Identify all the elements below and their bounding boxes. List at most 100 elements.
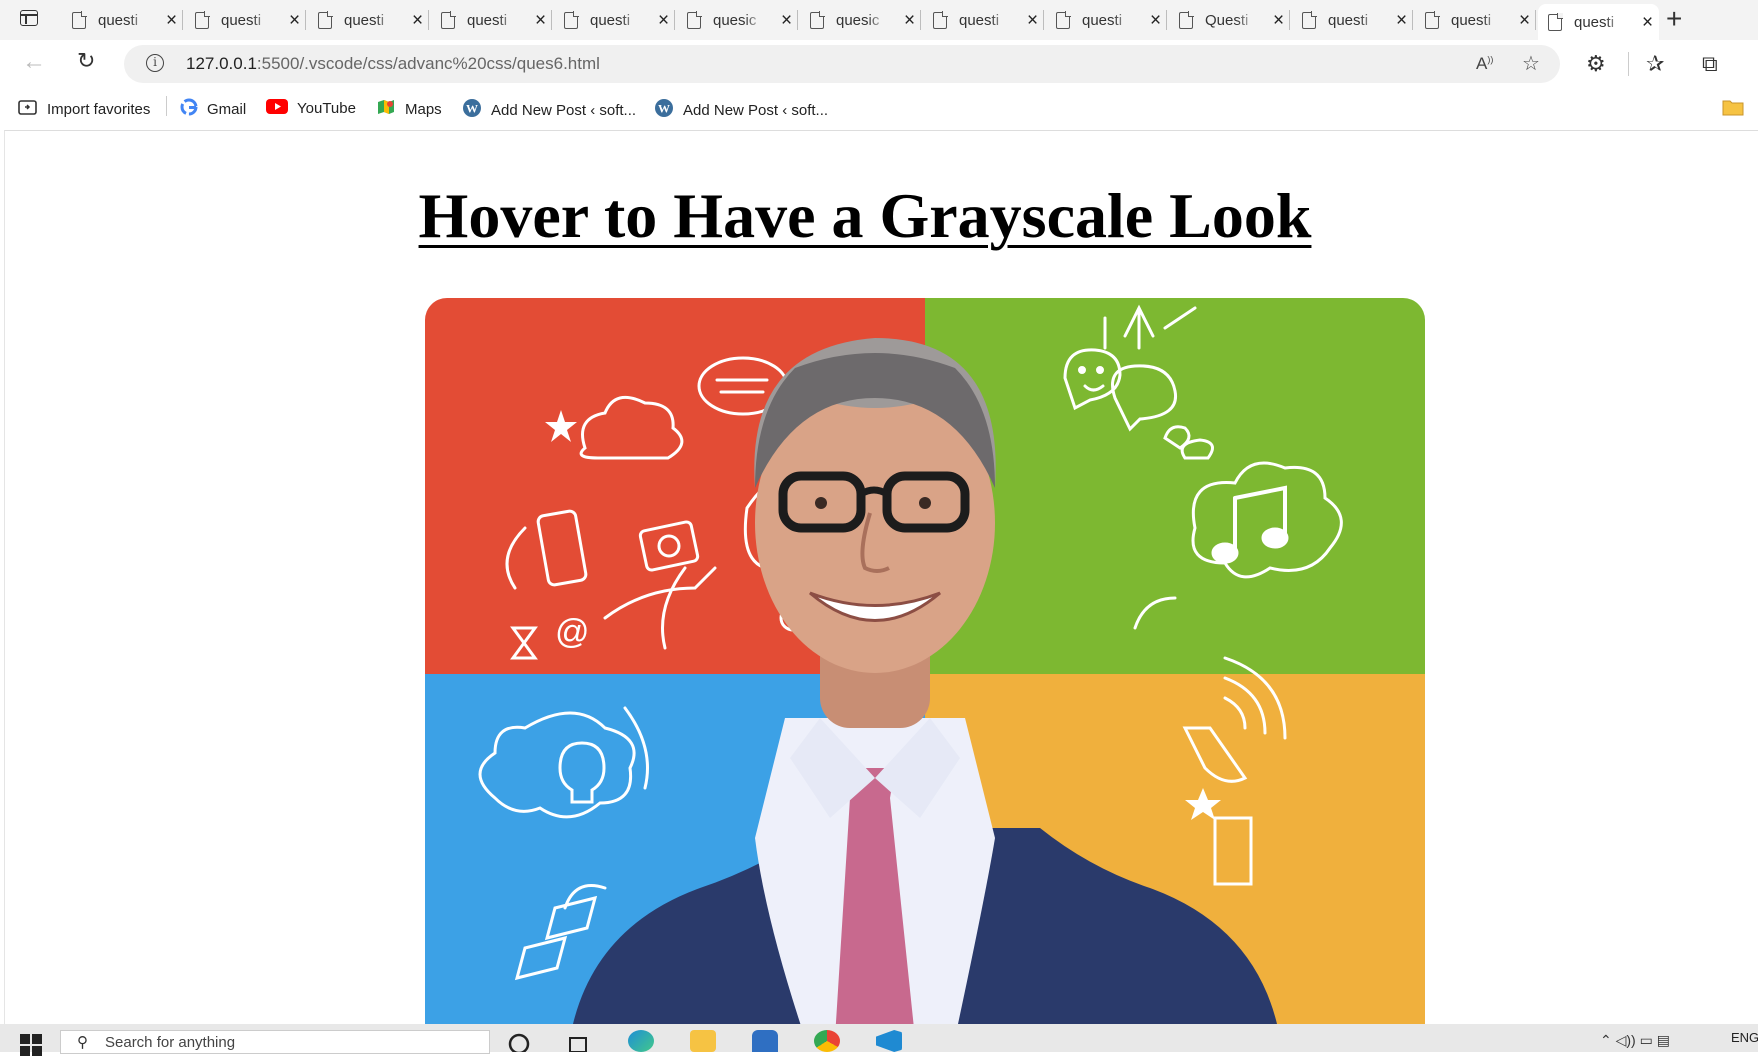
favorites-divider	[166, 96, 167, 116]
edge-browser-icon[interactable]	[628, 1030, 654, 1052]
tab[interactable]: questi ×	[923, 4, 1044, 36]
tab[interactable]: questi ×	[62, 4, 183, 36]
tab-divider	[797, 10, 798, 30]
site-info-icon[interactable]: i	[146, 54, 164, 72]
close-icon[interactable]: ×	[1396, 11, 1407, 30]
language-indicator[interactable]: ENG	[1731, 1030, 1758, 1045]
close-icon[interactable]: ×	[1642, 13, 1653, 32]
windows-start-icon[interactable]	[20, 1034, 42, 1061]
close-icon[interactable]: ×	[658, 11, 669, 30]
page-icon	[810, 10, 825, 29]
favorite-youtube[interactable]: YouTube	[266, 98, 356, 118]
tray-icons[interactable]: ⌃ ◁)) ▭ ▤	[1600, 1032, 1670, 1049]
tab-label: quesic	[713, 11, 757, 29]
tab-actions-menu-icon[interactable]	[20, 10, 38, 26]
tab-divider	[674, 10, 675, 30]
close-icon[interactable]: ×	[535, 11, 546, 30]
tab[interactable]: questi ×	[308, 4, 429, 36]
page-icon	[318, 10, 333, 29]
page-icon	[195, 10, 210, 29]
extensions-icon[interactable]: ⚙	[1586, 51, 1606, 77]
chrome-icon[interactable]	[814, 1030, 840, 1052]
close-icon[interactable]: ×	[1150, 11, 1161, 30]
address-bar[interactable]: i 127.0.0.1:5500/.vscode/css/advanc%20cs…	[124, 45, 1560, 83]
tab-divider	[1166, 10, 1167, 30]
tab[interactable]: questi ×	[1292, 4, 1413, 36]
taskbar-search-input[interactable]: ⚲ Search for anything	[60, 1030, 490, 1054]
tab[interactable]: questi ×	[1415, 4, 1536, 36]
page-icon	[933, 10, 948, 29]
svg-text:@: @	[555, 613, 590, 651]
tab-label: questi	[1328, 11, 1369, 29]
search-placeholder: Search for anything	[105, 1034, 236, 1051]
file-explorer-icon[interactable]	[690, 1030, 716, 1052]
tab-label: questi	[590, 11, 631, 29]
back-button[interactable]: ←	[22, 48, 46, 76]
tab-divider	[1043, 10, 1044, 30]
tab-label: Questi	[1205, 11, 1249, 29]
tab-label: quesic	[836, 11, 880, 29]
wordpress-icon: W	[462, 98, 482, 122]
close-icon[interactable]: ×	[1273, 11, 1284, 30]
tab-divider	[551, 10, 552, 30]
tab-divider	[1412, 10, 1413, 30]
read-aloud-icon[interactable]: A))	[1476, 54, 1493, 74]
favorite-wordpress-2[interactable]: W Add New Post ‹ soft...	[654, 98, 828, 122]
tab-active[interactable]: questi ×	[1538, 4, 1659, 40]
page-icon	[72, 10, 87, 29]
favorites-icon[interactable]: ✰	[1646, 51, 1664, 77]
tab[interactable]: questi ×	[1046, 4, 1167, 36]
favorite-label: YouTube	[297, 99, 356, 117]
page-icon	[687, 10, 702, 29]
hover-grayscale-image[interactable]: @	[425, 298, 1425, 1025]
close-icon[interactable]: ×	[904, 11, 915, 30]
url-text[interactable]: 127.0.0.1:5500/.vscode/css/advanc%20css/…	[186, 54, 600, 74]
tab-divider	[182, 10, 183, 30]
page-icon	[564, 10, 579, 29]
new-tab-button[interactable]: +	[1666, 3, 1682, 35]
tab[interactable]: questi ×	[431, 4, 552, 36]
favorite-label: Add New Post ‹ soft...	[491, 101, 637, 119]
favorite-label: Gmail	[207, 100, 247, 118]
search-icon: ⚲	[77, 1034, 88, 1051]
tab-label: questi	[98, 11, 139, 29]
page-icon	[1302, 10, 1317, 29]
close-icon[interactable]: ×	[1519, 11, 1530, 30]
favorite-wordpress-1[interactable]: W Add New Post ‹ soft...	[462, 98, 636, 122]
refresh-button[interactable]: ↻	[77, 48, 95, 74]
youtube-icon	[266, 98, 288, 118]
tab[interactable]: quesic ×	[677, 4, 798, 36]
google-icon	[180, 98, 198, 120]
close-icon[interactable]: ×	[1027, 11, 1038, 30]
close-icon[interactable]: ×	[166, 11, 177, 30]
favorite-import[interactable]: Import favorites	[18, 98, 150, 120]
favorite-label: Maps	[405, 100, 442, 118]
task-view-icon[interactable]	[566, 1030, 592, 1053]
favorite-label: Add New Post ‹ soft...	[683, 101, 829, 119]
tab-label: questi	[221, 11, 262, 29]
tab-divider	[920, 10, 921, 30]
mail-icon[interactable]	[752, 1030, 778, 1052]
add-favorite-icon[interactable]: ☆	[1522, 51, 1540, 76]
page-heading: Hover to Have a Grayscale Look	[418, 180, 1312, 251]
close-icon[interactable]: ×	[412, 11, 423, 30]
cortana-icon[interactable]	[506, 1030, 532, 1055]
tab[interactable]: Questi ×	[1169, 4, 1290, 36]
tab[interactable]: quesic ×	[800, 4, 921, 36]
url-host: 127.0.0.1	[186, 54, 257, 73]
close-icon[interactable]: ×	[289, 11, 300, 30]
tab[interactable]: questi ×	[185, 4, 306, 36]
close-icon[interactable]: ×	[781, 11, 792, 30]
vscode-icon[interactable]	[876, 1030, 902, 1052]
favorite-gmail[interactable]: Gmail	[180, 98, 246, 120]
quadrant-top-right	[925, 298, 1425, 674]
page-icon	[441, 10, 456, 29]
os-taskbar: ⚲ Search for anything ⌃ ◁)) ▭ ▤ ENG	[0, 1024, 1758, 1056]
other-favorites-folder-icon[interactable]	[1722, 98, 1744, 121]
svg-text:W: W	[466, 102, 478, 116]
wordpress-icon: W	[654, 98, 674, 122]
collections-icon[interactable]: ⧉	[1702, 51, 1718, 77]
favorite-maps[interactable]: Maps	[376, 98, 442, 120]
tab[interactable]: questi ×	[554, 4, 675, 36]
tab-label: questi	[959, 11, 1000, 29]
